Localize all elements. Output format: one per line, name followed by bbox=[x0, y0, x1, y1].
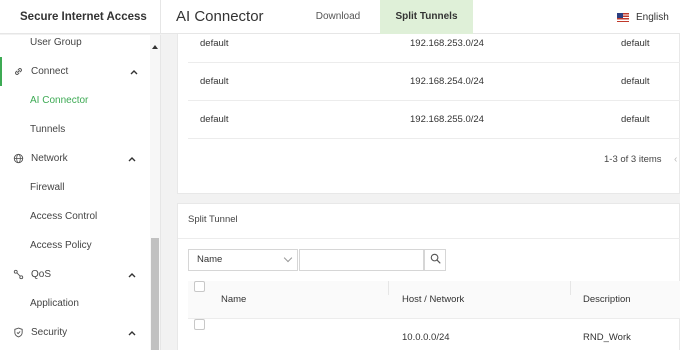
sidebar: User Group Connect AI Connector Tunnels … bbox=[0, 35, 161, 350]
select-value: Name bbox=[197, 254, 223, 265]
sidebar-item-access-policy[interactable]: Access Policy bbox=[0, 231, 150, 260]
table-row: default 192.168.253.0/24 default bbox=[188, 25, 680, 63]
chevron-up-icon bbox=[130, 67, 138, 78]
sidebar-item-label: Network bbox=[31, 153, 68, 164]
cell-host: 10.0.0.0/24 bbox=[402, 332, 450, 343]
column-separator bbox=[388, 281, 389, 295]
shield-icon bbox=[12, 327, 24, 339]
search-icon bbox=[430, 253, 441, 267]
sidebar-item-label: User Group bbox=[30, 37, 82, 48]
chevron-down-icon bbox=[283, 253, 293, 263]
cell-type: default bbox=[621, 76, 650, 87]
chevron-up-icon bbox=[128, 328, 136, 339]
sidebar-item-tunnels[interactable]: Tunnels bbox=[0, 115, 150, 144]
sidebar-item-label: Connect bbox=[31, 66, 69, 77]
search-input[interactable] bbox=[299, 249, 424, 271]
sidebar-item-label: Application bbox=[30, 298, 79, 309]
globe-icon bbox=[12, 153, 24, 165]
cell-type: default bbox=[621, 114, 650, 125]
sidebar-item-user-group[interactable]: User Group bbox=[0, 35, 150, 57]
search-button[interactable] bbox=[424, 249, 446, 271]
select-all-checkbox[interactable] bbox=[194, 281, 205, 292]
row-checkbox[interactable] bbox=[194, 319, 205, 330]
sidebar-item-label: Access Policy bbox=[30, 240, 92, 251]
cell-name: default bbox=[200, 114, 229, 125]
sidebar-item-label: Tunnels bbox=[30, 124, 66, 135]
sidebar-item-access-control[interactable]: Access Control bbox=[0, 202, 150, 231]
pagination-summary: 1-3 of 3 items bbox=[604, 154, 662, 165]
sidebar-item-label: Firewall bbox=[30, 182, 65, 193]
cell-description: RND_Work bbox=[583, 332, 631, 343]
split-tunnel-card: Split Tunnel Name Name Host / Network De… bbox=[177, 203, 680, 350]
link-icon bbox=[12, 66, 24, 78]
column-separator bbox=[570, 281, 571, 295]
column-header-description[interactable]: Description bbox=[583, 281, 631, 319]
sidebar-section-connect[interactable]: Connect bbox=[0, 57, 150, 86]
sidebar-item-application[interactable]: Application bbox=[0, 289, 150, 318]
cell-network: 192.168.253.0/24 bbox=[410, 38, 484, 49]
column-header-name[interactable]: Name bbox=[221, 281, 246, 319]
column-header-host[interactable]: Host / Network bbox=[402, 281, 464, 319]
sidebar-item-label: Security bbox=[31, 327, 68, 338]
sidebar-section-network[interactable]: Network bbox=[0, 144, 150, 173]
chevron-left-icon[interactable]: ‹ bbox=[674, 154, 677, 165]
sidebar-item-label: AI Connector bbox=[30, 95, 89, 106]
cell-network: 192.168.255.0/24 bbox=[410, 114, 484, 125]
language-label: English bbox=[636, 11, 669, 23]
table-row: default 192.168.254.0/24 default bbox=[188, 63, 680, 101]
table-row: default 192.168.255.0/24 default bbox=[188, 101, 680, 139]
qos-icon bbox=[12, 269, 24, 281]
scroll-up-arrow-icon[interactable] bbox=[152, 45, 158, 49]
sidebar-section-qos[interactable]: QoS bbox=[0, 260, 150, 289]
section-title: Split Tunnel bbox=[188, 214, 238, 225]
sidebar-item-ai-connector[interactable]: AI Connector bbox=[0, 86, 150, 115]
chevron-up-icon bbox=[128, 154, 136, 165]
filter-field-select[interactable]: Name bbox=[188, 249, 298, 271]
table-row: 10.0.0.0/24 RND_Work bbox=[188, 319, 680, 350]
routes-card: default 192.168.253.0/24 default default… bbox=[177, 34, 680, 194]
table-header: Name Host / Network Description bbox=[188, 281, 680, 319]
cell-type: default bbox=[621, 38, 650, 49]
brand-title[interactable]: Secure Internet Access bbox=[0, 0, 161, 34]
divider bbox=[178, 238, 680, 239]
sidebar-item-label: QoS bbox=[31, 269, 52, 280]
cell-name: default bbox=[200, 76, 229, 87]
cell-name: default bbox=[200, 38, 229, 49]
sidebar-item-label: Access Control bbox=[30, 211, 98, 222]
sidebar-item-firewall[interactable]: Firewall bbox=[0, 173, 150, 202]
scrollbar-thumb[interactable] bbox=[151, 238, 159, 350]
us-flag-icon bbox=[617, 12, 629, 22]
sidebar-section-security[interactable]: Security bbox=[0, 318, 150, 347]
chevron-up-icon bbox=[128, 270, 136, 281]
cell-network: 192.168.254.0/24 bbox=[410, 76, 484, 87]
